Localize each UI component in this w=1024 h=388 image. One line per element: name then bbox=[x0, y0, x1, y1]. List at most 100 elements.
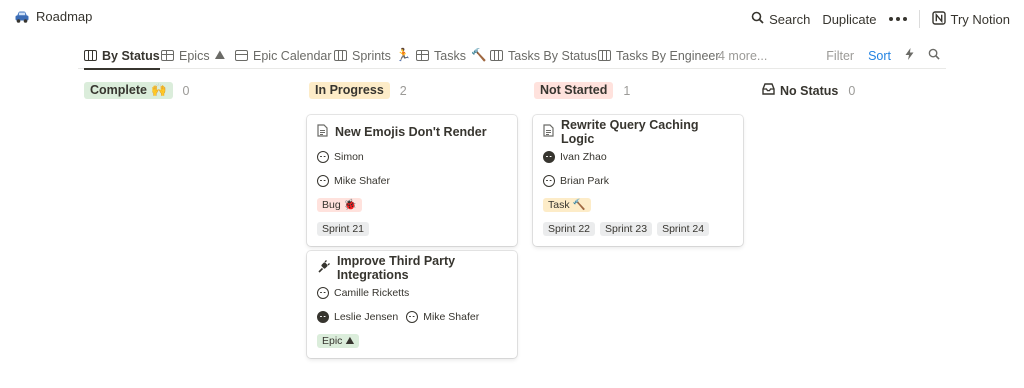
tab-epics[interactable]: Epics ⛰ bbox=[161, 42, 225, 69]
type-row: Epic ⛰ bbox=[317, 334, 507, 348]
status-badge: Complete 🙌 bbox=[84, 82, 173, 99]
person-name: Brian Park bbox=[560, 175, 610, 187]
person-row: Camille Ricketts bbox=[317, 286, 507, 300]
tag-label: Task bbox=[548, 199, 570, 211]
tab-tasks[interactable]: Tasks 🔨 bbox=[416, 42, 487, 69]
person: Mike Shafer bbox=[317, 175, 390, 187]
table-icon bbox=[161, 50, 174, 61]
more-views-label: 4 more... bbox=[718, 48, 768, 63]
mountain-icon: ⛰ bbox=[214, 48, 226, 62]
breadcrumb-title: Roadmap bbox=[36, 9, 93, 24]
page-icon bbox=[543, 124, 554, 140]
person: Ivan Zhao bbox=[543, 151, 607, 163]
duplicate-label: Duplicate bbox=[822, 11, 877, 27]
filter-button[interactable]: Filter bbox=[826, 49, 854, 63]
hammer-icon: 🔨 bbox=[470, 48, 487, 62]
lightning-icon[interactable] bbox=[905, 48, 914, 63]
tab-tasks-by-status[interactable]: Tasks By Status bbox=[490, 42, 597, 69]
search-label: Search bbox=[769, 11, 811, 27]
card-title: Improve Third Party Integrations bbox=[317, 254, 507, 282]
avatar bbox=[317, 175, 329, 187]
no-status-label: No Status bbox=[762, 83, 838, 98]
person-name: Mike Shafer bbox=[423, 311, 480, 323]
sprint-tag: Sprint 23 bbox=[600, 222, 653, 236]
person: Mike Shafer bbox=[406, 311, 479, 323]
divider bbox=[918, 10, 920, 28]
type-tag: Task 🔨 bbox=[543, 198, 591, 212]
tab-tasks-by-engineer[interactable]: Tasks By Engineer bbox=[598, 42, 720, 69]
card-title-text: Improve Third Party Integrations bbox=[337, 254, 456, 282]
sprint-tag: Sprint 21 bbox=[317, 222, 370, 236]
avatar bbox=[317, 151, 329, 163]
column-header-not-started: Not Started 1 bbox=[534, 82, 630, 99]
person: Leslie Jensen bbox=[317, 311, 398, 323]
tab-label: Tasks By Engineer bbox=[616, 48, 720, 63]
notion-logo-icon bbox=[931, 10, 946, 28]
avatar bbox=[543, 175, 555, 187]
avatar bbox=[543, 151, 555, 163]
column-label: Not Started bbox=[540, 83, 608, 97]
runner-icon: 🏃 bbox=[395, 48, 412, 62]
card-title: New Emojis Don't Render bbox=[317, 124, 507, 140]
card-new-emojis[interactable]: New Emojis Don't Render Simon Mike Shafe… bbox=[307, 115, 517, 246]
board-icon bbox=[598, 50, 611, 61]
type-tag: Bug 🐞 bbox=[317, 198, 362, 212]
column-count: 2 bbox=[399, 83, 407, 98]
column-header-in-progress: In Progress 2 bbox=[309, 82, 407, 99]
try-notion-button[interactable]: Try Notion bbox=[926, 8, 1016, 30]
mountain-icon: ⛰ bbox=[345, 335, 355, 347]
person-row: Leslie Jensen Mike Shafer bbox=[317, 310, 507, 324]
status-badge: In Progress bbox=[309, 82, 390, 99]
person-name: Simon bbox=[334, 151, 364, 163]
tab-by-status[interactable]: By Status bbox=[84, 42, 160, 70]
try-notion-label: Try Notion bbox=[950, 11, 1010, 27]
avatar bbox=[317, 287, 329, 299]
column-count: 1 bbox=[623, 83, 631, 98]
table-icon bbox=[416, 50, 429, 61]
search-icon bbox=[751, 11, 764, 27]
top-bar: Roadmap Search Duplicate Try Notion bbox=[0, 0, 1024, 38]
tab-label: By Status bbox=[102, 48, 160, 63]
person-row: Brian Park bbox=[543, 174, 733, 188]
tab-label: Epics bbox=[179, 48, 210, 63]
more-options-button[interactable] bbox=[883, 8, 913, 30]
type-row: Task 🔨 bbox=[543, 198, 733, 212]
plug-icon bbox=[317, 260, 330, 276]
hammer-icon: 🔨 bbox=[572, 199, 586, 211]
tab-sprints[interactable]: Sprints 🏃 bbox=[334, 42, 411, 69]
tag-label: Bug bbox=[322, 199, 341, 211]
column-label: Complete bbox=[90, 83, 147, 97]
person-name: Camille Ricketts bbox=[334, 287, 410, 299]
sort-button[interactable]: Sort bbox=[868, 49, 891, 63]
column-header-no-status: No Status 0 bbox=[762, 82, 855, 99]
column-count: 0 bbox=[848, 83, 856, 98]
board-icon bbox=[334, 50, 347, 61]
card-query-caching[interactable]: Rewrite Query Caching Logic Ivan Zhao Br… bbox=[533, 115, 743, 246]
tab-label: Sprints bbox=[352, 48, 391, 63]
more-views-button[interactable]: 4 more... bbox=[718, 42, 767, 69]
tag-label: Epic bbox=[322, 335, 343, 347]
duplicate-button[interactable]: Duplicate bbox=[816, 8, 882, 30]
sprint-tag: Sprint 22 bbox=[543, 222, 596, 236]
sprint-row: Sprint 21 bbox=[317, 222, 507, 236]
person: Brian Park bbox=[543, 175, 609, 187]
inbox-icon bbox=[762, 83, 775, 98]
tab-epic-calendar[interactable]: Epic Calendar bbox=[235, 42, 332, 69]
card-third-party-integrations[interactable]: Improve Third Party Integrations Camille… bbox=[307, 251, 517, 358]
breadcrumb[interactable]: Roadmap bbox=[14, 9, 92, 24]
column-header-complete: Complete 🙌 0 bbox=[84, 82, 189, 99]
bug-icon: 🐞 bbox=[343, 199, 357, 211]
type-row: Bug 🐞 bbox=[317, 198, 507, 212]
person-name: Leslie Jensen bbox=[334, 311, 399, 323]
search-button[interactable]: Search bbox=[745, 8, 816, 30]
avatar bbox=[406, 311, 419, 323]
status-badge: Not Started bbox=[534, 82, 614, 99]
ellipsis-icon bbox=[888, 17, 907, 21]
person: Camille Ricketts bbox=[317, 287, 409, 299]
person-name: Ivan Zhao bbox=[560, 151, 607, 163]
column-count: 0 bbox=[182, 83, 190, 98]
search-icon[interactable] bbox=[928, 48, 940, 63]
card-title-text: Rewrite Query Caching Logic bbox=[561, 118, 699, 146]
sprint-tag: Sprint 24 bbox=[657, 222, 710, 236]
calendar-icon bbox=[235, 50, 248, 61]
